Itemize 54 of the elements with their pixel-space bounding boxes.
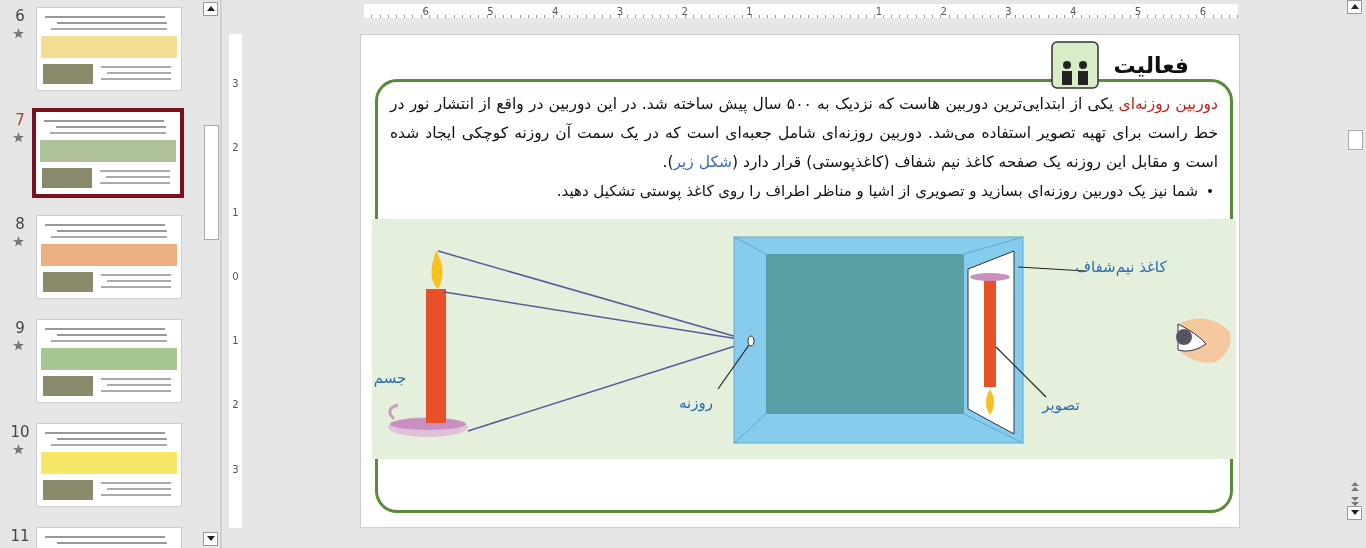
ruler-number: 1 <box>745 5 753 17</box>
leader-line <box>717 344 750 390</box>
scroll-down-icon[interactable] <box>203 532 218 546</box>
ruler-number: 2 <box>680 5 688 17</box>
ruler-number: 3 <box>1004 5 1012 17</box>
scroll-down-icon[interactable] <box>1347 506 1362 520</box>
ruler-number: 4 <box>550 5 559 17</box>
figure-label: جسم <box>373 369 407 387</box>
ruler-number: 6 <box>1198 5 1206 17</box>
bullet-icon <box>1208 189 1212 193</box>
next-slide-icon[interactable] <box>1350 496 1360 508</box>
ruler-number: 4 <box>1069 5 1077 17</box>
star-icon <box>12 132 24 143</box>
previous-slide-icon[interactable] <box>1350 480 1360 492</box>
figure-reference-link[interactable]: شکل زیر <box>673 153 732 171</box>
ruler-number: 3 <box>232 78 239 91</box>
leader-line <box>995 346 1047 398</box>
figure-label: کاغذ نیم‌شفاف <box>1075 258 1167 276</box>
slide-number: 9 <box>14 319 25 337</box>
star-icon <box>12 28 24 39</box>
ruler-number: 1 <box>232 206 239 220</box>
star-icon <box>12 444 24 455</box>
slide-number: 8 <box>14 215 25 233</box>
ruler-number: 0 <box>232 270 239 284</box>
scroll-up-icon[interactable] <box>1347 0 1362 14</box>
figure-label: تصویر <box>1042 396 1080 414</box>
ruler-number: 2 <box>232 399 239 413</box>
scroll-up-icon[interactable] <box>203 2 218 16</box>
ruler-number: 1 <box>232 335 239 349</box>
ruler-number: 3 <box>232 463 239 477</box>
eye-icon <box>1176 318 1231 363</box>
ruler-number: 5 <box>486 5 494 17</box>
scrollbar[interactable] <box>202 0 222 548</box>
slide-number: 11 <box>9 527 30 545</box>
ruler-number: 2 <box>939 5 947 17</box>
people-icon <box>1051 41 1100 89</box>
slide-number: 6 <box>14 7 25 25</box>
activity-heading: فعالیت <box>1113 52 1189 78</box>
scroll-thumb[interactable] <box>1348 130 1363 150</box>
slide-number: 10 <box>9 423 30 441</box>
ruler-number: 2 <box>232 142 239 156</box>
scrollbar[interactable] <box>1346 0 1364 522</box>
star-icon <box>12 236 24 247</box>
ruler-number: 6 <box>421 5 429 17</box>
bullet-text: شما نیز یک دوربین روزنه‌ای بسازید و تصویری از اشیا و مناظر اطراف را روی کاغذ پوستی تشکیل دهید. <box>556 181 1198 203</box>
scroll-thumb[interactable] <box>204 125 219 240</box>
slide-thumbnail[interactable] <box>32 108 184 198</box>
ruler-number: 1 <box>874 5 883 17</box>
slide-number: 7 <box>14 111 25 129</box>
figure-label: روزنه <box>679 394 713 412</box>
ruler-number: 3 <box>615 5 624 17</box>
paragraph: دوربین روزنه‌ای یکی از ابتدایی‌ترین دوربین هاست که نزدیک به ۵۰۰ سال پیش ساخته شد. در این دوربین در واقع از انتشار نور در خط راست برای تهیه تصویر استفاده می‌شد. دوربین روزنه‌ای شامل جعبه‌ای است که در یک سمت آن روزنه کوچکی ایجاد شده است و مقابل این روزنه یک صفحه کاغذ نیم شفاف (کاغذپوستی) قرار دارد (شکل زیر). <box>390 94 1218 173</box>
ruler-number: 5 <box>1133 5 1142 17</box>
star-icon <box>12 340 24 351</box>
